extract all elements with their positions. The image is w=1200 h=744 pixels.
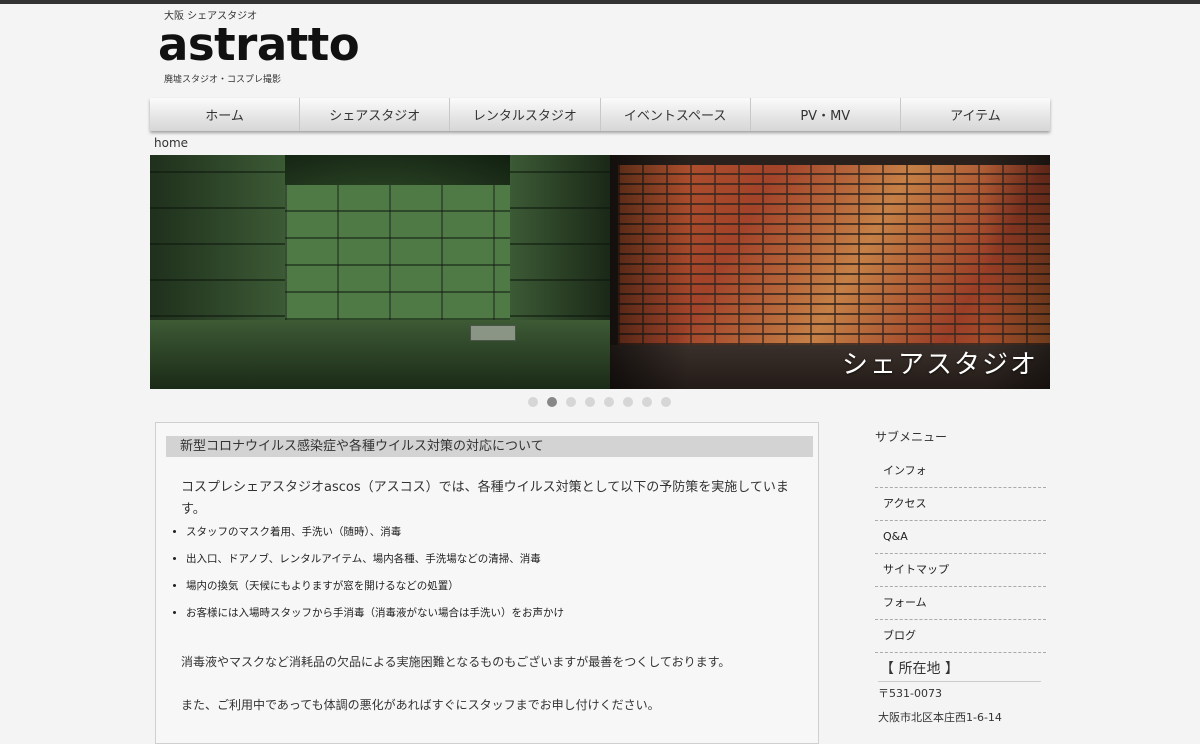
location-divider [878,681,1041,682]
measure-item: 出入口、ドアノブ、レンタルアイテム、場内各種、手洗場などの清掃、消毒 [186,552,826,566]
address: 大阪市北区本庄西1-6-14 [878,711,1002,724]
notice-heading: 新型コロナウイルス感染症や各種ウイルス対策の対応について [166,436,813,457]
postal-code: 〒531-0073 [878,687,942,700]
nav-item-items[interactable]: アイテム [900,98,1051,131]
slide-caption: シェアスタジオ [841,350,1038,380]
site-header: 大阪 シェアスタジオ astratto 廃墟スタジオ・コスプレ撮影 [150,4,1050,94]
sidebar-item-form[interactable]: フォーム [875,587,1046,620]
sidebar-item-faq[interactable]: Q&A [875,521,1046,554]
concrete-block [470,325,516,341]
sidebar-item-access[interactable]: アクセス [875,488,1046,521]
slider-dot[interactable] [566,397,576,407]
sidebar: サブメニュー インフォ アクセス Q&A サイトマップ フォーム ブログ [875,428,1046,653]
slider-dot[interactable] [661,397,671,407]
slider-dot[interactable] [623,397,633,407]
nav-item-rental-studio[interactable]: レンタルスタジオ [450,98,601,131]
sidebar-item-info[interactable]: インフォ [875,455,1046,488]
slider-dots [528,397,671,407]
sidebar-item-blog[interactable]: ブログ [875,620,1046,653]
slider-dot[interactable] [528,397,538,407]
slider-dot[interactable] [642,397,652,407]
measure-item: お客様には入場時スタッフから手消毒（消毒液がない場合は手洗い）をお声かけ [186,606,826,620]
notice-health-text: また、ご利用中であっても体調の悪化があればすぐにスタッフまでお申し付けください。 [181,698,660,712]
notice-supplies-text: 消毒液やマスクなど消耗品の欠品による実施困難となるものもございますが最善をつくし… [181,655,731,669]
nav-item-home[interactable]: ホーム [150,98,301,131]
notice-intro: コスプレシェアスタジオascos（アスコス）では、各種ウイルス対策として以下の予… [181,480,789,517]
measure-item: 場内の換気（天候にもよりますが窓を開けるなどの処置） [186,579,826,593]
location-title: 【 所在地 】 [880,661,959,677]
green-back-wall [285,185,510,320]
measure-item: スタッフのマスク着用、手洗い（随時）、消毒 [186,525,826,539]
nav-item-share-studio[interactable]: シェアスタジオ [300,98,451,131]
main-nav: ホーム シェアスタジオ レンタルスタジオ イベントスペース PV・MV アイテム [150,98,1051,131]
notice-box: 新型コロナウイルス感染症や各種ウイルス対策の対応について コスプレシェアスタジオ… [155,422,819,744]
site-subtagline: 廃墟スタジオ・コスプレ撮影 [164,75,282,85]
green-floor [150,320,610,389]
nav-item-pv-mv[interactable]: PV・MV [750,98,901,131]
sidebar-item-sitemap[interactable]: サイトマップ [875,554,1046,587]
site-logo[interactable]: astratto [158,18,360,71]
slider-dot[interactable] [547,397,557,407]
measures-list: スタッフのマスク着用、手洗い（随時）、消毒 出入口、ドアノブ、レンタルアイテム、… [168,525,826,633]
breadcrumb[interactable]: home [154,136,188,150]
slider-dot[interactable] [585,397,595,407]
nav-item-event-space[interactable]: イベントスペース [600,98,751,131]
hero-slider[interactable]: シェアスタジオ [150,155,1050,389]
green-room-image [150,155,610,389]
sidebar-title: サブメニュー [875,430,948,444]
slider-dot[interactable] [604,397,614,407]
